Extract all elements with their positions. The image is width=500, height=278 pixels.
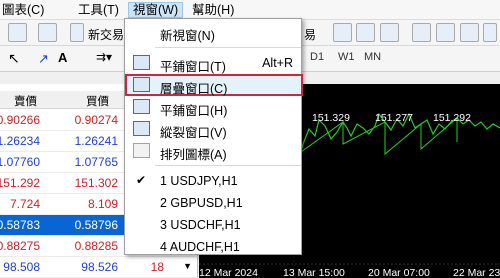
cursor-icon[interactable]: ↖	[8, 50, 20, 67]
ask-cell: 98.526	[81, 260, 118, 274]
draw-tool-icon[interactable]: ↗	[38, 51, 49, 67]
zoom-in-icon[interactable]	[412, 23, 431, 42]
line-chart-icon[interactable]	[380, 23, 399, 42]
price-label: 151.277	[375, 112, 413, 124]
new-order-button[interactable]: 新交易	[88, 26, 124, 43]
menu-item-new-window[interactable]: 新視窗(N)	[125, 21, 303, 43]
menu-item-window-4[interactable]: 4 AUDCHF,H1	[125, 236, 303, 258]
scroll-down-icon[interactable]: ▼	[183, 261, 192, 271]
price-label: 151.329	[312, 112, 350, 124]
bid-header[interactable]: 賣價	[14, 93, 37, 109]
menu-separator	[155, 165, 301, 166]
window-menu-dropdown: 新視窗(N) 平鋪窗口(T) Alt+R 層疊窗口(C) 平鋪窗口(H) 縱裂窗…	[124, 18, 303, 258]
bid-cell: 98.508	[3, 260, 40, 274]
table-row[interactable]: 98.508 98.526 18 ▼	[0, 257, 198, 278]
menu-item-label: 平鋪窗口(H)	[160, 104, 228, 118]
time-label: 20 Mar 07:00	[368, 267, 430, 278]
new-chart-icon[interactable]	[8, 23, 27, 42]
menu-help[interactable]: 幫助(H)	[188, 2, 238, 18]
time-label: 13 Mar 15:00	[283, 267, 345, 278]
menu-item-label: 4 AUDCHF,H1	[160, 240, 240, 254]
menu-item-window-2[interactable]: 2 GBPUSD,H1	[125, 192, 303, 214]
check-icon: ✔	[136, 173, 147, 187]
trade-button[interactable]: 易	[304, 26, 316, 43]
bid-cell: 151.292	[0, 176, 40, 190]
tile-icon	[133, 55, 150, 70]
time-label: 12 Mar 2024	[199, 267, 258, 278]
bid-cell: 1.07760	[0, 155, 40, 169]
tile-vertical-icon	[133, 121, 150, 136]
menu-item-label: 新視窗(N)	[160, 29, 215, 43]
time-label: 22 Mar 23	[453, 267, 500, 278]
menu-item-tile-horizontal[interactable]: 平鋪窗口(H)	[125, 96, 303, 118]
bid-cell: 7.724	[9, 197, 40, 211]
menu-item-arrange-icons[interactable]: 排列圖標(A)	[125, 140, 303, 162]
menu-separator	[155, 47, 301, 48]
timeframe-d1[interactable]: D1	[310, 51, 324, 63]
ask-cell: 151.302	[74, 176, 118, 190]
menu-item-tile[interactable]: 平鋪窗口(T) Alt+R	[125, 52, 303, 74]
menu-item-label: 2 GBPUSD,H1	[160, 196, 243, 210]
menu-item-cascade[interactable]: 層疊窗口(C)	[125, 74, 303, 96]
text-tool-icon[interactable]: A	[58, 50, 67, 65]
spread-cell: 18	[150, 260, 164, 274]
ask-cell: 1.26241	[74, 134, 118, 148]
menu-chart[interactable]: 圖表(C)	[0, 2, 48, 18]
menu-window[interactable]: 視窗(W)	[128, 2, 184, 18]
new-order-icon[interactable]	[70, 23, 84, 42]
bid-cell: 0.90266	[0, 113, 40, 127]
menu-item-label: 排列圖標(A)	[160, 148, 227, 162]
menu-item-label: 層疊窗口(C)	[160, 82, 228, 96]
menu-item-window-1[interactable]: ✔ 1 USDJPY,H1	[125, 170, 303, 192]
menu-item-tile-vertical[interactable]: 縱裂窗口(V)	[125, 118, 303, 140]
price-label: 151.292	[433, 112, 471, 124]
menu-tools[interactable]: 工具(T)	[74, 2, 123, 18]
menu-item-label: 平鋪窗口(T)	[160, 60, 226, 74]
cascade-icon	[133, 77, 150, 92]
tile-icon[interactable]	[460, 23, 479, 42]
menu-item-window-3[interactable]: 3 USDCHF,H1	[125, 214, 303, 236]
arrange-icons-icon	[133, 143, 150, 158]
candlestick-icon[interactable]	[356, 23, 375, 42]
menu-item-label: 縱裂窗口(V)	[160, 126, 227, 140]
bid-cell: 1.26234	[0, 134, 40, 148]
timeframe-w1[interactable]: W1	[338, 51, 355, 63]
zoom-out-icon[interactable]	[436, 23, 455, 42]
menu-item-label: 3 USDCHF,H1	[160, 218, 241, 232]
bid-cell: 0.58783	[0, 218, 40, 232]
tools-dropdown-icon[interactable]: ⇉▾	[96, 50, 112, 64]
bid-cell: 0.88275	[0, 239, 40, 253]
search-icon[interactable]	[38, 23, 57, 42]
bar-chart-icon[interactable]	[333, 23, 352, 42]
autoscroll-icon[interactable]	[483, 23, 497, 42]
timeframe-mn[interactable]: MN	[364, 51, 381, 63]
ask-cell: 0.58796	[74, 218, 118, 232]
ask-cell: 8.109	[87, 197, 118, 211]
tile-horizontal-icon	[133, 99, 150, 114]
ask-cell: 0.90274	[74, 113, 118, 127]
ask-header[interactable]: 買價	[86, 93, 109, 109]
menu-item-shortcut: Alt+R	[262, 56, 293, 70]
ask-cell: 1.07765	[74, 155, 118, 169]
menu-item-label: 1 USDJPY,H1	[160, 174, 238, 188]
menu-bar: 圖表(C) 工具(T) 視窗(W) 幫助(H)	[0, 0, 500, 20]
ask-cell: 0.88285	[74, 239, 118, 253]
